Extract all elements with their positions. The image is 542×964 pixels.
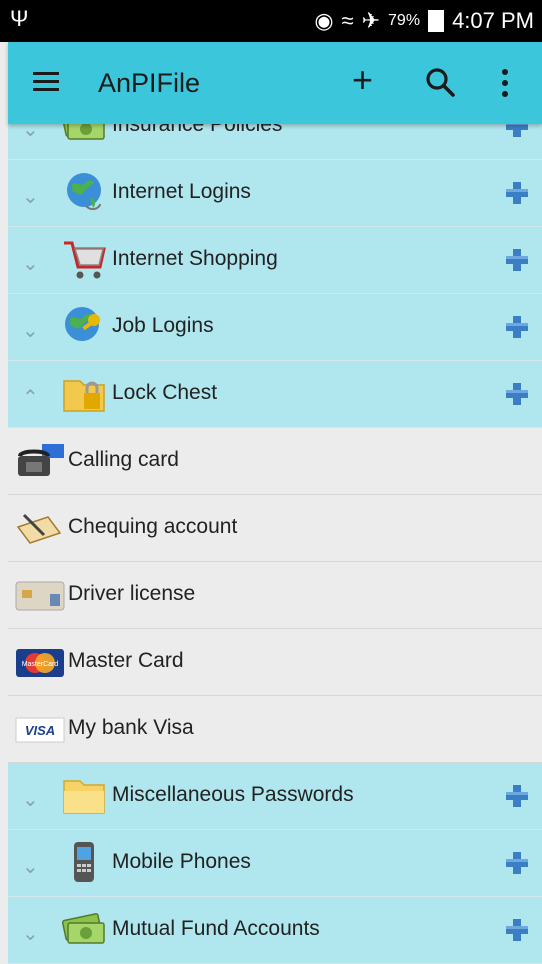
list-item[interactable]: MasterCard Master Card — [8, 629, 542, 696]
airplane-icon: ✈ — [361, 8, 381, 33]
add-item-plus-icon[interactable] — [506, 124, 528, 137]
add-item-plus-icon[interactable] — [506, 919, 528, 941]
list-item[interactable]: Calling card — [8, 428, 542, 495]
folder-lock-icon — [60, 369, 108, 417]
group-label: Miscellaneous Passwords — [112, 783, 354, 806]
app-title: AnPIFile — [98, 68, 201, 98]
battery-percent: 79% — [388, 12, 421, 29]
usb-icon: Ψ — [10, 6, 29, 31]
group-row[interactable]: ⌄ Miscellaneous Passwords — [8, 763, 542, 830]
add-item-plus-icon[interactable] — [506, 316, 528, 338]
status-bar: Ψ ◉ ≈ ✈ 79% 4:07 PM — [0, 0, 542, 42]
battery-charging-icon — [428, 10, 445, 32]
item-label: Driver license — [68, 582, 196, 605]
list-item[interactable]: VISA My bank Visa — [8, 696, 542, 763]
group-label: Mobile Phones — [112, 850, 251, 873]
add-item-plus-icon[interactable] — [506, 852, 528, 874]
clock: 4:07 PM — [452, 8, 534, 33]
chevron-down-icon[interactable]: ⌄ — [22, 787, 39, 811]
group-row[interactable]: ⌄ Internet Logins — [8, 160, 542, 227]
money-icon — [60, 124, 108, 149]
wifi-icon: ≈ — [341, 8, 354, 33]
search-icon[interactable] — [424, 66, 456, 98]
license-card-icon — [14, 576, 68, 614]
add-item-plus-icon[interactable] — [506, 383, 528, 405]
group-row[interactable]: ⌃ Lock Chest — [8, 361, 542, 428]
group-row[interactable]: ⌄ Internet Shopping — [8, 227, 542, 294]
mastercard-icon: MasterCard — [14, 643, 68, 681]
icon-text: MasterCard — [22, 661, 59, 668]
group-row[interactable]: ⌄ Insurance Policies — [8, 124, 542, 160]
add-item-plus-icon[interactable] — [506, 182, 528, 204]
globe-key-icon — [60, 302, 108, 350]
add-button[interactable]: + — [352, 62, 373, 98]
group-row[interactable]: ⌄ Job Logins — [8, 294, 542, 361]
group-row[interactable]: ⌄ Mobile Phones — [8, 830, 542, 897]
group-label: Job Logins — [112, 314, 214, 337]
add-item-plus-icon[interactable] — [506, 249, 528, 271]
globe-icon — [60, 168, 108, 216]
chevron-down-icon[interactable]: ⌄ — [22, 921, 39, 945]
eye-icon: ◉ — [314, 8, 334, 33]
list-item[interactable]: Driver license — [8, 562, 542, 629]
item-label: Master Card — [68, 649, 184, 672]
category-list: ⌄ Insurance Policies ⌄ Internet Logins ⌄ Inte… — [8, 124, 542, 964]
group-row[interactable]: ⌄ Mutual Fund Accounts — [8, 897, 542, 964]
chevron-down-icon[interactable]: ⌄ — [22, 251, 39, 275]
app-bar: AnPIFile + — [8, 42, 542, 124]
icon-text: VISA — [25, 723, 55, 738]
mobile-phone-icon — [60, 838, 108, 886]
item-label: Chequing account — [68, 515, 238, 538]
status-icons: ◉ ≈ ✈ 79% 4:07 PM — [314, 8, 534, 34]
group-label: Internet Shopping — [112, 247, 278, 270]
add-item-plus-icon[interactable] — [506, 785, 528, 807]
chevron-down-icon[interactable]: ⌄ — [22, 318, 39, 342]
group-label: Lock Chest — [112, 381, 218, 404]
group-label: Insurance Policies — [112, 124, 283, 136]
list-item[interactable]: Chequing account — [8, 495, 542, 562]
item-label: My bank Visa — [68, 716, 194, 739]
folder-icon — [60, 771, 108, 819]
chevron-down-icon[interactable]: ⌄ — [22, 854, 39, 878]
cheque-pen-icon — [14, 509, 68, 547]
group-label: Mutual Fund Accounts — [112, 917, 320, 940]
hamburger-menu-icon[interactable] — [33, 72, 59, 92]
money-icon — [60, 905, 108, 953]
chevron-up-icon[interactable]: ⌃ — [22, 385, 39, 409]
chevron-down-icon[interactable]: ⌄ — [22, 184, 39, 208]
group-label: Internet Logins — [112, 180, 251, 203]
overflow-menu-icon[interactable] — [501, 69, 509, 99]
chevron-down-icon[interactable]: ⌄ — [22, 124, 39, 141]
visa-icon: VISA — [14, 710, 68, 748]
item-label: Calling card — [68, 448, 179, 471]
shopping-cart-icon — [60, 235, 108, 283]
phone-card-icon — [14, 442, 68, 480]
